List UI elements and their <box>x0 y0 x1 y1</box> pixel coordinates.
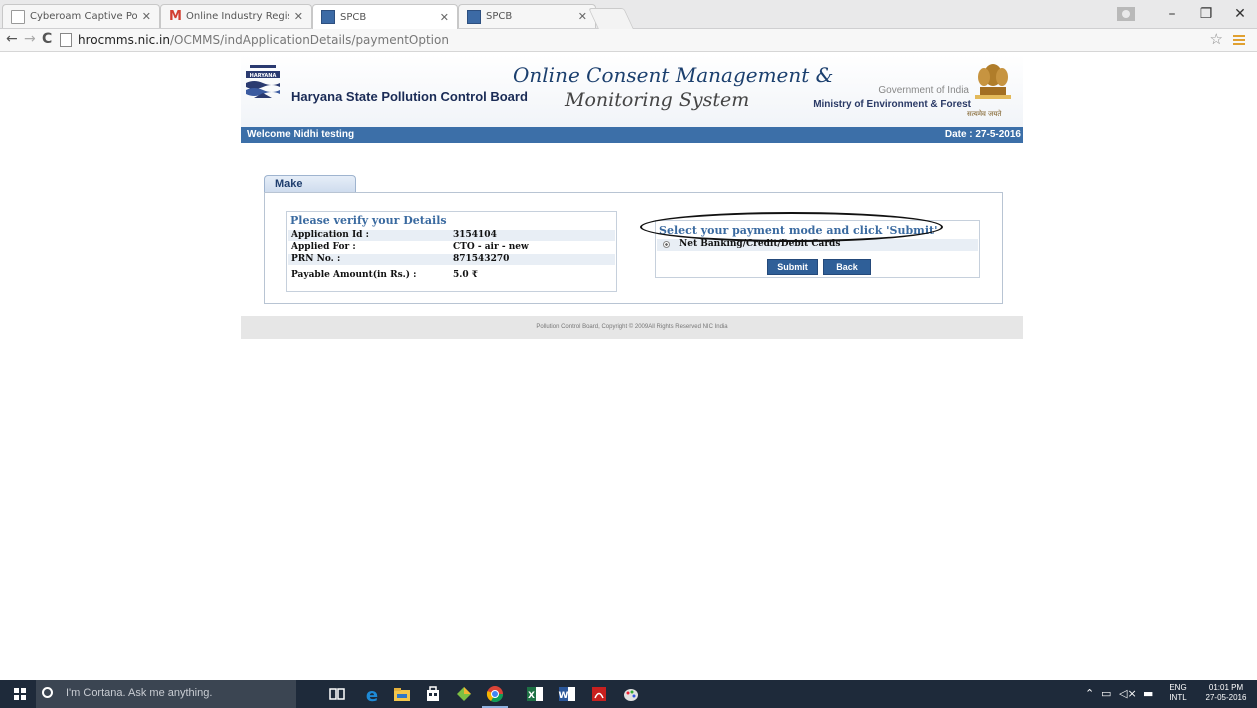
page-icon <box>11 9 25 24</box>
clock[interactable]: 01:01 PM 27-05-2016 <box>1199 683 1253 703</box>
detail-value: CTO - air - new <box>453 242 529 252</box>
tab-title: SPCB <box>486 11 513 22</box>
browser-tab-strip: Cyberoam Captive Portal ✕ M Online Indus… <box>0 0 1257 29</box>
cortana-icon <box>42 687 53 698</box>
file-explorer-icon[interactable] <box>393 685 411 703</box>
ministry-label: Ministry of Environment & Forest <box>813 99 971 110</box>
paint-icon[interactable] <box>622 685 640 703</box>
clock-time: 01:01 PM <box>1208 683 1244 692</box>
back-arrow-icon[interactable]: ← <box>6 31 18 47</box>
system-tray: ⌃ ▭ ◁× ▬ ENG INTL 01:01 PM 27-05-2016 <box>1077 680 1257 708</box>
url-field[interactable]: hrocmms.nic.in/OCMMS/indApplicationDetai… <box>60 31 1180 49</box>
browser-tab-spcb-active[interactable]: SPCB ✕ <box>312 4 458 29</box>
system-title-line1: Online Consent Management & <box>513 63 834 87</box>
spcb-icon <box>321 10 335 24</box>
tab-make-payment[interactable]: Make Payment <box>264 175 356 206</box>
detail-label: Applied For : <box>291 242 356 252</box>
chevron-up-icon[interactable]: ⌃ <box>1085 687 1094 700</box>
detail-label: Application Id : <box>291 230 369 240</box>
address-bar: ← → C hrocmms.nic.in/OCMMS/indApplicatio… <box>0 29 1257 52</box>
close-icon[interactable]: ✕ <box>440 11 449 24</box>
profile-icon[interactable] <box>1117 7 1135 21</box>
date-text: Date : 27-5-2016 <box>944 129 1021 140</box>
payment-mode-option[interactable]: Net Banking/Credit/Debit Cards <box>657 239 978 251</box>
payment-panel: Please verify your Details Application I… <box>264 192 1003 304</box>
detail-row-payable-amount: Payable Amount(in Rs.) : 5.0 ₹ <box>288 270 615 281</box>
close-window-icon[interactable]: ✕ <box>1223 6 1257 22</box>
windows-taskbar: I'm Cortana. Ask me anything. e X W ⌃ ▭ … <box>0 680 1257 708</box>
task-view-icon[interactable] <box>328 685 346 703</box>
board-name: Haryana State Pollution Control Board <box>291 89 528 104</box>
restore-icon[interactable]: ❐ <box>1189 6 1223 22</box>
url-path: /OCMMS/indApplicationDetails/paymentOpti… <box>169 33 449 47</box>
store-icon[interactable] <box>424 685 442 703</box>
detail-value: 871543270 <box>453 254 510 264</box>
detail-row-application-id: Application Id : 3154104 <box>288 230 615 241</box>
bookmark-star-icon[interactable]: ☆ <box>1210 30 1223 48</box>
detail-row-applied-for: Applied For : CTO - air - new <box>288 242 615 253</box>
detail-value: 3154104 <box>453 230 497 240</box>
window-controls: – ❐ ✕ <box>1117 0 1257 28</box>
welcome-text: Welcome Nidhi testing <box>247 129 355 140</box>
welcome-bar: Welcome Nidhi testing Date : 27-5-2016 <box>241 127 1023 143</box>
browser-tab-cyberoam[interactable]: Cyberoam Captive Portal ✕ <box>2 4 160 28</box>
gmail-icon: M <box>169 8 182 24</box>
chrome-icon[interactable] <box>486 685 504 703</box>
detail-label: Payable Amount(in Rs.) : <box>291 270 417 280</box>
edge-browser-icon[interactable]: e <box>363 685 381 703</box>
details-box: Please verify your Details Application I… <box>286 211 617 292</box>
cortana-search-box[interactable]: I'm Cortana. Ask me anything. <box>36 680 296 708</box>
payment-mode-heading: Select your payment mode and click 'Subm… <box>659 224 938 237</box>
cortana-placeholder: I'm Cortana. Ask me anything. <box>66 687 213 699</box>
site-header: HARYANA Haryana State Pollution Control … <box>241 55 1023 127</box>
tab-title: Cyberoam Captive Portal <box>30 11 137 22</box>
word-icon[interactable]: W <box>558 685 576 703</box>
clock-date: 27-05-2016 <box>1205 693 1247 702</box>
network-icon[interactable]: ▭ <box>1101 687 1111 700</box>
payment-mode-box: Select your payment mode and click 'Subm… <box>655 220 980 278</box>
excel-icon[interactable]: X <box>526 685 544 703</box>
close-icon[interactable]: ✕ <box>294 10 303 23</box>
reload-icon[interactable]: C <box>42 31 52 47</box>
national-emblem-icon <box>975 64 1011 99</box>
keyboard-icon[interactable]: ▬ <box>1143 687 1153 700</box>
spcb-icon <box>467 9 481 24</box>
tab-title: Online Industry Registrat <box>186 11 289 22</box>
back-button[interactable]: Back <box>823 259 871 275</box>
detail-label: PRN No. : <box>291 254 341 264</box>
browser-tab-registration[interactable]: M Online Industry Registrat ✕ <box>160 4 312 28</box>
gem-app-icon[interactable] <box>455 685 473 703</box>
minimize-icon[interactable]: – <box>1155 6 1189 22</box>
submit-button[interactable]: Submit <box>767 259 818 275</box>
footer-copyright: Pollution Control Board, Copyright © 200… <box>241 316 1023 339</box>
logo-caption: HARYANA <box>250 73 277 79</box>
pdf-reader-icon[interactable] <box>590 685 608 703</box>
windows-start-icon[interactable] <box>14 688 26 700</box>
hspcb-logo-icon: HARYANA <box>246 65 280 98</box>
forward-arrow-icon[interactable]: → <box>24 31 36 47</box>
emblem-caption: सत्यमेव जयते <box>967 110 1002 118</box>
browser-tab-spcb[interactable]: SPCB ✕ <box>458 4 596 28</box>
volume-icon[interactable]: ◁× <box>1119 687 1137 700</box>
close-icon[interactable]: ✕ <box>142 10 151 23</box>
menu-icon[interactable] <box>1233 35 1245 45</box>
detail-value: 5.0 ₹ <box>453 270 479 280</box>
gov-label: Government of India <box>878 85 969 96</box>
lang-line2: INTL <box>1169 693 1187 702</box>
close-icon[interactable]: ✕ <box>578 10 587 23</box>
tab-title: SPCB <box>340 11 367 23</box>
payment-mode-label: Net Banking/Credit/Debit Cards <box>679 239 841 249</box>
input-language[interactable]: ENG INTL <box>1165 683 1191 703</box>
svg-text:e: e <box>366 685 378 703</box>
net-banking-radio[interactable] <box>663 241 670 248</box>
url-host: hrocmms.nic.in <box>78 33 170 47</box>
page-icon <box>60 33 72 47</box>
svg-text:W: W <box>559 691 569 701</box>
details-heading: Please verify your Details <box>290 214 447 227</box>
system-title-line2: Monitoring System <box>565 89 750 111</box>
svg-text:X: X <box>528 691 535 701</box>
detail-row-prn: PRN No. : 871543270 <box>288 254 615 265</box>
lang-line1: ENG <box>1169 683 1187 692</box>
